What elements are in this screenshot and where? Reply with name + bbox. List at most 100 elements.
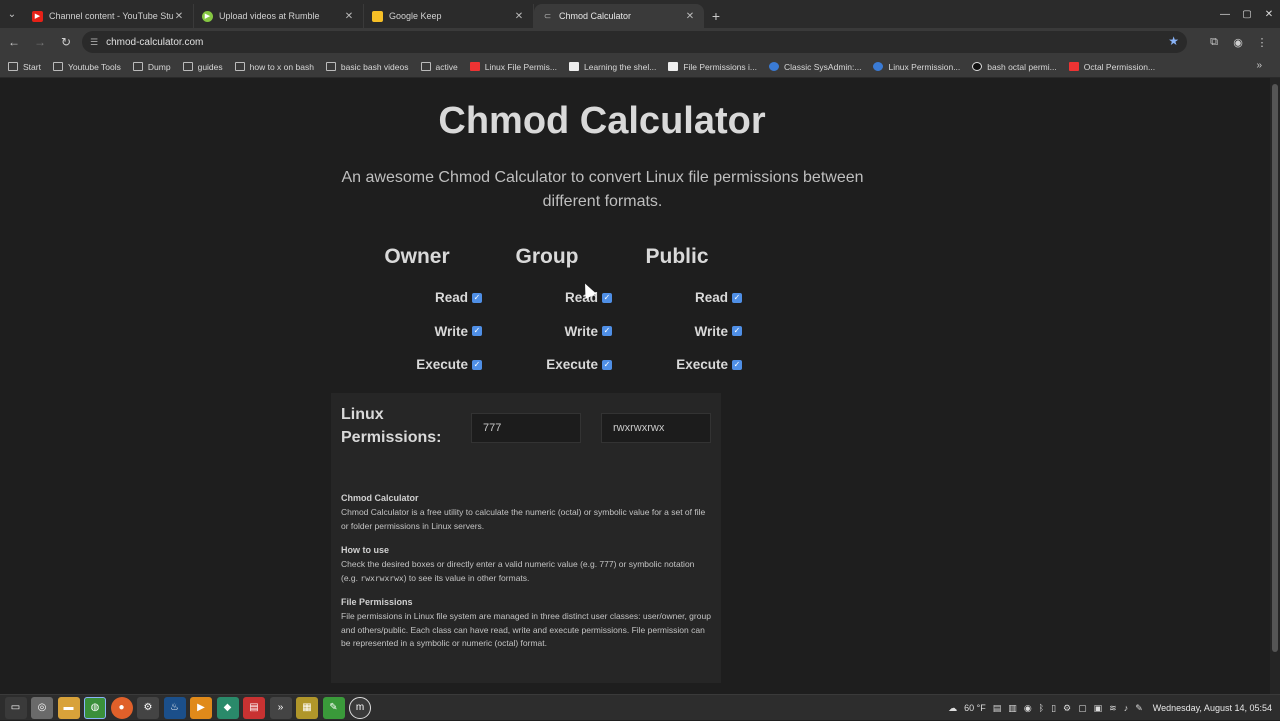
globe-icon — [873, 62, 884, 71]
owner-execute-checkbox[interactable]: ✓ — [472, 359, 482, 370]
profile-icon[interactable]: ◉ — [1226, 30, 1250, 54]
tab-chmod-calculator[interactable]: ⊂ Chmod Calculator ✕ — [534, 4, 704, 28]
trash-icon[interactable]: ▥ — [1008, 703, 1017, 714]
bookmark-item[interactable]: guides — [182, 62, 223, 72]
page-scrollbar[interactable] — [1270, 78, 1280, 694]
close-icon[interactable]: ✕ — [343, 11, 355, 22]
reload-icon[interactable]: ↻ — [54, 30, 78, 54]
tab-youtube-studio[interactable]: ▶ Channel content - YouTube Studio ✕ — [24, 4, 194, 28]
site-info-icon[interactable]: ☰ — [90, 37, 98, 48]
youtube-icon: ▶ — [32, 10, 43, 22]
tab-google-keep[interactable]: Google Keep ✕ — [364, 4, 534, 28]
tab-title: Google Keep — [389, 11, 442, 21]
public-read-checkbox[interactable]: ✓ — [732, 292, 742, 303]
show-desktop-icon[interactable]: ▭ — [4, 696, 27, 719]
perm-label: Execute — [546, 357, 598, 373]
temperature[interactable]: 60 °F — [964, 703, 986, 713]
bookmark-item[interactable]: Youtube Tools — [52, 62, 121, 72]
bookmark-item[interactable]: bash octal permi... — [972, 62, 1057, 72]
group-read-checkbox[interactable]: ✓ — [602, 292, 612, 303]
bookmark-item[interactable]: File Permissions i... — [668, 62, 757, 72]
perm-label: Read — [434, 290, 468, 306]
window-controls: — ▢ ✕ — [1214, 0, 1280, 28]
symbolic-input[interactable]: rwxrwxrwx — [601, 413, 711, 443]
info-code: rwxrwxrwx — [360, 573, 404, 583]
gear-icon[interactable]: ⚙ — [1063, 703, 1071, 714]
address-bar[interactable]: ☰ chmod-calculator.com ★ — [82, 31, 1187, 53]
video-editor-icon[interactable]: ▤ — [243, 696, 265, 719]
scrollbar-thumb[interactable] — [1272, 84, 1278, 652]
clock[interactable]: Wednesday, August 14, 05:54 — [1153, 703, 1272, 713]
tab-rumble[interactable]: ▶ Upload videos at Rumble ✕ — [194, 4, 364, 28]
volume-icon[interactable]: ♪ — [1124, 703, 1129, 713]
archive-icon[interactable]: ▦ — [296, 696, 318, 719]
owner-write-checkbox[interactable]: ✓ — [472, 326, 482, 337]
vscode-icon[interactable]: ◆ — [216, 696, 239, 719]
terminal-icon[interactable]: » — [269, 696, 292, 719]
tab-title: Upload videos at Rumble — [219, 11, 320, 21]
bookmark-item[interactable]: Linux Permission... — [873, 62, 960, 72]
edit-icon[interactable]: ✎ — [1135, 703, 1143, 714]
firefox-icon[interactable]: ● — [110, 696, 133, 719]
forward-arrow-icon[interactable]: → — [28, 30, 52, 54]
bookmark-item[interactable]: Dump — [132, 62, 171, 72]
close-icon[interactable]: ✕ — [173, 11, 185, 22]
close-icon[interactable]: ✕ — [513, 11, 525, 22]
system-tray: ☁ 60 °F ▤ ▥ ◉ ᛒ ▯ ⚙ ▢ ▣ ≋ ♪ ✎ Wednesday,… — [941, 695, 1272, 721]
bookmark-label: active — [435, 61, 458, 72]
minimize-icon[interactable]: — — [1214, 0, 1236, 28]
tab-search-icon[interactable]: ⌄ — [0, 0, 24, 28]
menu-kebab-icon[interactable]: ⋮ — [1250, 30, 1274, 54]
perm-label: Read — [694, 290, 728, 306]
bookmark-star-icon[interactable]: ★ — [1168, 34, 1179, 48]
folder-icon — [234, 62, 245, 71]
folder-icon — [420, 62, 431, 71]
bookmark-label: how to x on bash — [249, 61, 314, 72]
bookmark-label: Linux Permission... — [888, 61, 961, 72]
extensions-icon[interactable]: ⧉ — [1202, 30, 1226, 54]
bluetooth-icon[interactable]: ᛒ — [1039, 703, 1044, 713]
chmod-icon: ⊂ — [543, 10, 552, 21]
menu-icon[interactable]: ◎ — [31, 696, 53, 719]
weather-icon[interactable]: ☁ — [948, 703, 957, 714]
octal-input[interactable]: 777 — [471, 413, 581, 443]
display-icon[interactable]: ▢ — [1078, 703, 1087, 714]
bookmark-label: Classic SysAdmin:... — [784, 61, 862, 72]
wifi-icon[interactable]: ≋ — [1109, 703, 1117, 714]
more-bookmarks-icon[interactable]: » — [1256, 60, 1262, 71]
public-write-checkbox[interactable]: ✓ — [732, 326, 742, 337]
folder-icon — [325, 62, 336, 71]
notes-icon[interactable]: ▣ — [1094, 703, 1103, 714]
settings-icon[interactable]: ⚙ — [137, 696, 159, 719]
maximize-icon[interactable]: ▢ — [1236, 0, 1258, 28]
video-player-icon[interactable]: ▶ — [190, 696, 212, 719]
perm-label: Execute — [676, 357, 728, 373]
perm-label: Write — [434, 323, 468, 339]
steam-tray-icon[interactable]: ◉ — [1024, 703, 1032, 714]
editor-icon[interactable]: ✎ — [322, 696, 345, 719]
new-tab-button[interactable]: + — [704, 4, 728, 28]
group-write-checkbox[interactable]: ✓ — [602, 326, 612, 337]
bookmark-item[interactable]: Start — [8, 62, 41, 72]
mint-icon[interactable]: m — [349, 696, 371, 719]
battery-icon[interactable]: ▯ — [1051, 703, 1056, 714]
public-execute-checkbox[interactable]: ✓ — [732, 359, 742, 370]
close-window-icon[interactable]: ✕ — [1258, 0, 1280, 28]
files-icon[interactable]: ▬ — [57, 696, 80, 719]
bookmark-item[interactable]: basic bash videos — [325, 62, 409, 72]
bookmark-item[interactable]: Octal Permission... — [1068, 62, 1155, 72]
bookmark-item[interactable]: Classic SysAdmin:... — [769, 62, 861, 72]
owner-read-checkbox[interactable]: ✓ — [472, 292, 482, 303]
bookmark-item[interactable]: Learning the shel... — [569, 62, 656, 72]
info-section: Chmod Calculator Chmod Calculator is a f… — [341, 493, 711, 651]
clipboard-icon[interactable]: ▤ — [993, 703, 1002, 714]
group-execute-checkbox[interactable]: ✓ — [602, 359, 612, 370]
chrome-icon[interactable]: ◍ — [84, 696, 106, 719]
close-icon[interactable]: ✕ — [684, 11, 696, 22]
tab-bar: ⌄ ▶ Channel content - YouTube Studio ✕ ▶… — [0, 0, 1280, 28]
steam-icon[interactable]: ♨ — [163, 696, 186, 719]
back-arrow-icon[interactable]: ← — [2, 30, 26, 54]
bookmark-item[interactable]: how to x on bash — [234, 61, 314, 72]
bookmark-item[interactable]: Linux File Permis... — [469, 62, 557, 72]
bookmark-item[interactable]: active — [420, 61, 458, 72]
